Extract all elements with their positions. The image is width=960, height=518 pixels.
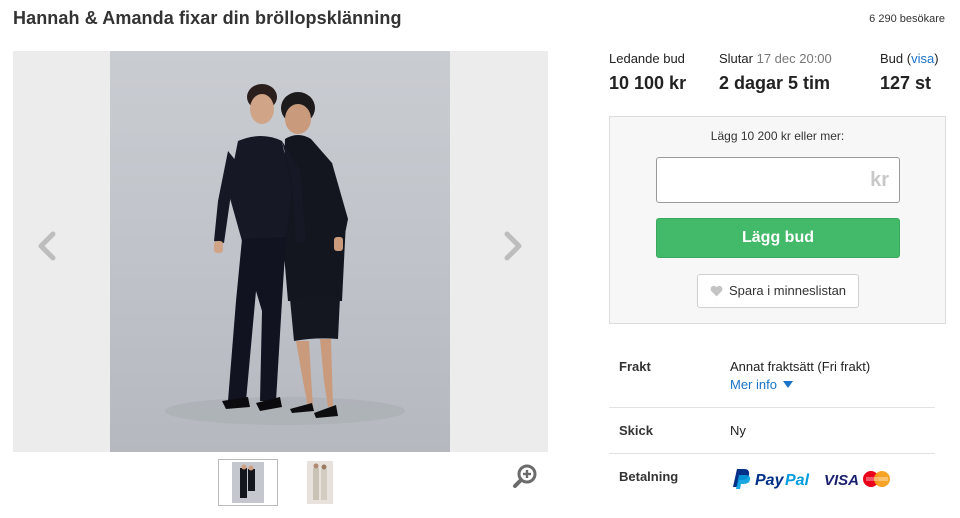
shipping-value: Annat fraktsätt (Fri frakt) [730, 359, 871, 374]
payment-label: Betalning [619, 469, 679, 484]
bid-amount-input[interactable] [657, 158, 857, 202]
condition-value: Ny [730, 423, 746, 438]
bid-count-value: 127 st [880, 73, 932, 93]
save-label: Spara i minneslistan [728, 283, 847, 298]
auction-end: Slutar 17 dec 20:00 2 dagar 5 tim [719, 51, 832, 94]
divider [609, 407, 935, 408]
payment-methods-graphic: Pay Pal VISA [733, 469, 890, 489]
visitor-count: 6 290 besökare [869, 13, 945, 25]
photo-illustration [165, 84, 405, 425]
mastercard-icon [863, 471, 890, 487]
currency-unit: kr [870, 169, 889, 191]
prev-image-button[interactable] [33, 226, 63, 266]
listing-photo[interactable] [110, 51, 450, 452]
listing-title: Hannah & Amanda fixar din bröllopsklänni… [13, 8, 402, 28]
condition-label: Skick [619, 423, 653, 438]
leading-bid: Ledande bud 10 100 kr [609, 51, 686, 94]
next-image-button[interactable] [497, 226, 527, 266]
payment-logos: Pay Pal VISA [730, 467, 895, 491]
image-gallery [13, 51, 548, 452]
more-info-link[interactable]: Mer info [730, 377, 793, 392]
shipping-label: Frakt [619, 359, 651, 374]
ends-label: Slutar [719, 51, 753, 66]
leading-bid-value: 10 100 kr [609, 73, 687, 93]
bids-label: Bud [880, 51, 904, 66]
chevron-right-icon [504, 231, 522, 261]
heart-icon [710, 285, 723, 297]
ends-date: 17 dec 20:00 [756, 51, 832, 66]
paypal-wordmark: Pal [785, 472, 810, 489]
time-remaining: 2 dagar 5 tim [719, 73, 831, 93]
chevron-left-icon [38, 231, 56, 261]
bid-count: Bud (visa) 127 st [880, 51, 939, 94]
ends-label-row: Slutar 17 dec 20:00 [719, 51, 832, 66]
bid-panel: Lägg 10 200 kr eller mer: kr Lägg bud Sp… [609, 116, 946, 324]
zoom-in-icon [513, 464, 537, 488]
shipping-row: Frakt Annat fraktsätt (Fri frakt) Mer in… [609, 359, 935, 399]
paypal-icon: Pay Pal [733, 469, 810, 489]
bids-label-row: Bud (visa) [880, 51, 939, 66]
save-to-watchlist-button[interactable]: Spara i minneslistan [697, 274, 859, 308]
leading-bid-label: Ledande bud [609, 51, 685, 66]
thumbnail-1[interactable] [218, 459, 278, 506]
divider [609, 453, 935, 454]
visa-wordmark: VISA [824, 472, 859, 489]
zoom-button[interactable] [512, 463, 538, 489]
bid-prompt: Lägg 10 200 kr eller mer: [710, 129, 845, 143]
place-bid-button[interactable]: Lägg bud [656, 218, 900, 258]
condition-row: Skick Ny [609, 423, 935, 443]
caret-down-icon [782, 381, 793, 388]
bid-input-wrapper: kr [656, 157, 900, 203]
paypal-wordmark: Pay [755, 472, 785, 489]
thumbnail-2[interactable] [290, 459, 350, 506]
more-info-label: Mer info [730, 377, 777, 392]
show-bids-link[interactable]: visa [911, 51, 934, 66]
